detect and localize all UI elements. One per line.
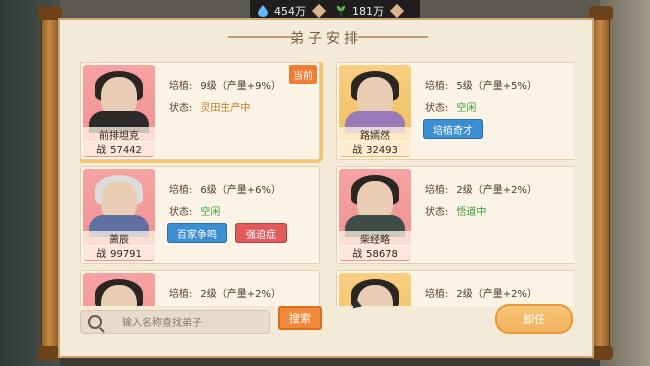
title-ornament-right xyxy=(358,36,428,38)
title-ornament-left xyxy=(228,36,298,38)
disciple-name: 前排坦克 xyxy=(83,127,155,142)
panel-title: 弟子安排 xyxy=(290,31,362,47)
resource-water-value: 454万 xyxy=(274,5,306,18)
plant-icon xyxy=(336,5,346,17)
disciple-card[interactable]: 培植: 2级（产量+2%） xyxy=(80,270,320,306)
avatar: 路嫣然 战 32493 xyxy=(339,65,411,157)
status-text: 空闲 xyxy=(456,103,477,114)
disciple-name: 柴经略 xyxy=(339,231,411,246)
search-icon xyxy=(88,315,102,329)
disciple-name: 萧辰 xyxy=(83,231,155,246)
disciple-card[interactable]: 柴经略 战 58678 培植: 2级（产量+2%） 状态: 悟道中 xyxy=(336,166,574,264)
resource-plant: 181万 xyxy=(336,3,384,19)
disciple-panel: 弟子安排 前排坦克 战 57442 当前 培植: 9级（产量+9%） 状态: 灵田生产… xyxy=(58,18,594,358)
current-badge: 当前 xyxy=(289,65,317,84)
search-input[interactable] xyxy=(120,314,270,332)
disciple-power: 战 99791 xyxy=(83,245,155,260)
status-text: 灵田生产中 xyxy=(200,103,251,114)
unload-button[interactable]: 卸任 xyxy=(495,304,573,334)
disciple-power: 战 32493 xyxy=(339,141,411,156)
add-water-icon[interactable] xyxy=(311,3,327,19)
disciple-card[interactable]: 培植: 2级（产量+2%） xyxy=(336,270,574,306)
avatar: 萧辰 战 99791 xyxy=(83,169,155,261)
disciple-card[interactable]: 前排坦克 战 57442 当前 培植: 9级（产量+9%） 状态: 灵田生产中 xyxy=(80,62,320,160)
disciple-list[interactable]: 前排坦克 战 57442 当前 培植: 9级（产量+9%） 状态: 灵田生产中 路嫣然… xyxy=(80,62,574,306)
search-button[interactable]: 搜索 xyxy=(278,306,322,330)
resource-water: 454万 xyxy=(258,3,306,19)
status-text: 悟道中 xyxy=(456,207,487,218)
avatar: 柴经略 战 58678 xyxy=(339,169,411,261)
disciple-power: 战 58678 xyxy=(339,245,411,260)
avatar xyxy=(83,273,155,306)
trait-button[interactable]: 百家争鸣 xyxy=(167,223,227,243)
resource-plant-value: 181万 xyxy=(352,5,384,18)
status-text: 空闲 xyxy=(200,207,221,218)
avatar xyxy=(339,273,411,306)
disciple-card[interactable]: 路嫣然 战 32493 培植: 5级（产量+5%） 状态: 空闲 培植奇才 xyxy=(336,62,574,160)
disciple-power: 战 57442 xyxy=(83,141,155,156)
disciple-name: 路嫣然 xyxy=(339,127,411,142)
trait-button[interactable]: 强迫症 xyxy=(235,223,287,243)
trait-button[interactable]: 培植奇才 xyxy=(423,119,483,139)
water-drop-icon xyxy=(258,5,268,17)
scroll-rod-right xyxy=(589,6,613,360)
scroll-rod-left xyxy=(38,6,62,360)
disciple-card[interactable]: 萧辰 战 99791 培植: 6级（产量+6%） 状态: 空闲 百家争鸣 强迫症 xyxy=(80,166,320,264)
add-plant-icon[interactable] xyxy=(389,3,405,19)
search-bar xyxy=(80,310,270,334)
avatar: 前排坦克 战 57442 xyxy=(83,65,155,157)
